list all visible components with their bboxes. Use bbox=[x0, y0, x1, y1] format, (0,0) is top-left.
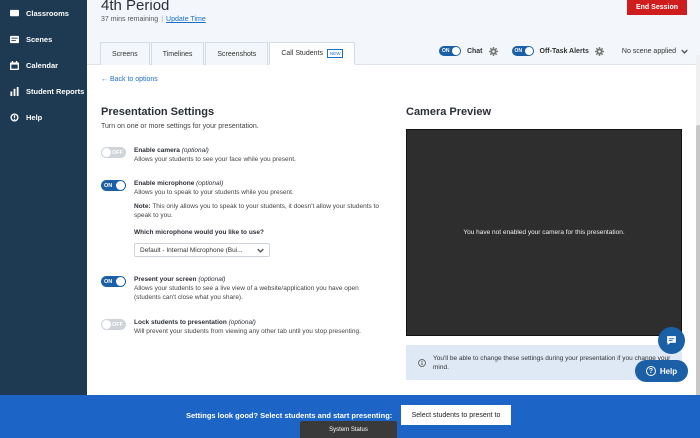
main-content: ← Back to options Presentation Settings … bbox=[87, 65, 700, 395]
scene-select-value: No scene applied bbox=[621, 47, 676, 55]
sidebar-item-label: Calendar bbox=[26, 60, 59, 70]
info-icon bbox=[418, 358, 426, 367]
setting-description: Allows your students to see a live view … bbox=[134, 285, 359, 301]
help-button-label: Help bbox=[659, 366, 678, 376]
sidebar-item-scenes[interactable]: Scenes bbox=[0, 26, 87, 52]
help-icon bbox=[9, 112, 19, 122]
setting-lock-students: OFF Lock students to presentation (optio… bbox=[101, 318, 379, 336]
setting-enable-microphone: ON Enable microphone (optional) Allows y… bbox=[101, 179, 379, 257]
tab-screens[interactable]: Screens bbox=[100, 42, 150, 65]
optional-label: (optional) bbox=[198, 276, 226, 283]
select-students-button[interactable]: Select students to present to bbox=[401, 405, 511, 425]
off-task-alerts-toggle[interactable]: ON bbox=[511, 46, 534, 56]
classroom-icon bbox=[9, 8, 19, 18]
microphone-select-value: Default - Internal Microphone (Bui... bbox=[140, 246, 243, 254]
new-badge: NEW bbox=[326, 49, 344, 58]
setting-title: Enable microphone bbox=[134, 180, 195, 187]
tab-label: Call Students bbox=[281, 50, 323, 57]
optional-label: (optional) bbox=[181, 147, 209, 154]
optional-label: (optional) bbox=[228, 319, 256, 326]
sidebar-item-label: Help bbox=[26, 112, 43, 122]
chat-settings-gear-icon[interactable] bbox=[488, 46, 498, 56]
chat-bubble-icon bbox=[666, 335, 677, 346]
note-label: Note: bbox=[134, 203, 151, 210]
scrollbar-track[interactable] bbox=[696, 55, 700, 425]
sidebar-item-student-reports[interactable]: Student Reports bbox=[0, 78, 87, 104]
tab-label: Screenshots bbox=[217, 50, 257, 58]
setting-body: Enable camera (optional) Allows your stu… bbox=[134, 146, 379, 164]
end-session-button[interactable]: End Session bbox=[627, 0, 687, 15]
tab-timelines[interactable]: Timelines bbox=[150, 42, 205, 65]
microphone-select[interactable]: Default - Internal Microphone (Bui... bbox=[134, 243, 270, 257]
setting-name: Enable microphone (optional) bbox=[134, 179, 379, 188]
chat-label: Chat bbox=[466, 47, 483, 55]
setting-title: Enable camera bbox=[134, 147, 180, 154]
sidebar-item-classrooms[interactable]: Classrooms bbox=[0, 0, 87, 26]
sidebar-item-label: Scenes bbox=[26, 34, 53, 44]
time-remaining: 37 mins remaining bbox=[101, 16, 159, 23]
tab-call-students[interactable]: Call Students NEW bbox=[269, 42, 356, 65]
help-button[interactable]: ? Help bbox=[635, 360, 688, 382]
sidebar-item-label: Student Reports bbox=[26, 86, 85, 96]
setting-description: Allows your students to see your face wh… bbox=[134, 156, 296, 163]
scenes-icon bbox=[9, 34, 19, 44]
tab-screenshots[interactable]: Screenshots bbox=[205, 42, 269, 65]
scrollbar-thumb[interactable] bbox=[696, 125, 700, 425]
microphone-note: Note: This only allows you to speak to y… bbox=[134, 202, 379, 220]
microphone-toggle[interactable]: ON bbox=[101, 180, 126, 191]
present-screen-toggle[interactable]: ON bbox=[101, 276, 126, 287]
chevron-down-icon bbox=[681, 48, 688, 55]
setting-name: Enable camera (optional) bbox=[134, 146, 379, 155]
footer-prompt: Settings look good? Select students and … bbox=[186, 411, 393, 420]
scene-select[interactable]: No scene applied bbox=[622, 48, 688, 55]
chat-button[interactable] bbox=[658, 327, 685, 354]
separator: | bbox=[161, 16, 164, 23]
tab-label: Screens bbox=[112, 50, 138, 58]
setting-description: Will prevent your students from viewing … bbox=[134, 328, 361, 335]
setting-body: Lock students to presentation (optional)… bbox=[134, 318, 379, 336]
sidebar: Classrooms Scenes Calendar Student Repor… bbox=[0, 0, 87, 395]
presentation-settings-title: Presentation Settings bbox=[101, 106, 215, 118]
setting-present-screen: ON Present your screen (optional) Allows… bbox=[101, 275, 379, 302]
setting-name: Lock students to presentation (optional) bbox=[134, 318, 379, 327]
off-task-alerts-label: Off-Task Alerts bbox=[539, 47, 589, 55]
sidebar-item-label: Classrooms bbox=[26, 8, 69, 18]
setting-body: Present your screen (optional) Allows yo… bbox=[134, 275, 379, 302]
tab-bar: Screens Timelines Screenshots Call Stude… bbox=[100, 42, 356, 65]
optional-label: (optional) bbox=[196, 180, 224, 187]
lock-students-toggle[interactable]: OFF bbox=[101, 319, 126, 330]
chat-toggle[interactable]: ON bbox=[438, 46, 461, 56]
setting-title: Present your screen bbox=[134, 276, 197, 283]
off-task-settings-gear-icon[interactable] bbox=[594, 46, 604, 56]
note-text: This only allows you to speak to your st… bbox=[134, 203, 380, 219]
camera-preview: You have not enabled your camera for thi… bbox=[406, 129, 682, 336]
camera-toggle[interactable]: OFF bbox=[101, 147, 126, 158]
chevron-down-icon bbox=[257, 247, 264, 254]
question-icon: ? bbox=[645, 366, 656, 376]
camera-preview-title: Camera Preview bbox=[406, 106, 491, 118]
update-time-link[interactable]: Update Time bbox=[166, 16, 206, 23]
setting-name: Present your screen (optional) bbox=[134, 275, 379, 284]
page-title: 4th Period bbox=[101, 0, 170, 14]
setting-body: Enable microphone (optional) Allows you … bbox=[134, 179, 379, 257]
sidebar-item-calendar[interactable]: Calendar bbox=[0, 52, 87, 78]
sidebar-item-help[interactable]: Help bbox=[0, 104, 87, 130]
microphone-question: Which microphone would you like to use? bbox=[134, 229, 265, 236]
header-controls: ON Chat ON Off-Task Alerts No scene appl… bbox=[438, 46, 688, 56]
system-status-tab[interactable]: System Status bbox=[300, 421, 397, 438]
setting-enable-camera: OFF Enable camera (optional) Allows your… bbox=[101, 146, 379, 164]
calendar-icon bbox=[9, 60, 19, 70]
camera-preview-message: You have not enabled your camera for thi… bbox=[463, 229, 625, 236]
setting-title: Lock students to presentation bbox=[134, 319, 227, 326]
tab-label: Timelines bbox=[162, 50, 193, 58]
back-to-options-link[interactable]: ← Back to options bbox=[101, 76, 158, 83]
time-remaining-line: 37 mins remaining | Update Time bbox=[101, 16, 206, 23]
setting-description: Allows you to speak to your students whi… bbox=[134, 189, 294, 196]
presentation-settings-subtitle: Turn on one or more settings for your pr… bbox=[101, 123, 259, 130]
reports-icon bbox=[9, 86, 19, 96]
